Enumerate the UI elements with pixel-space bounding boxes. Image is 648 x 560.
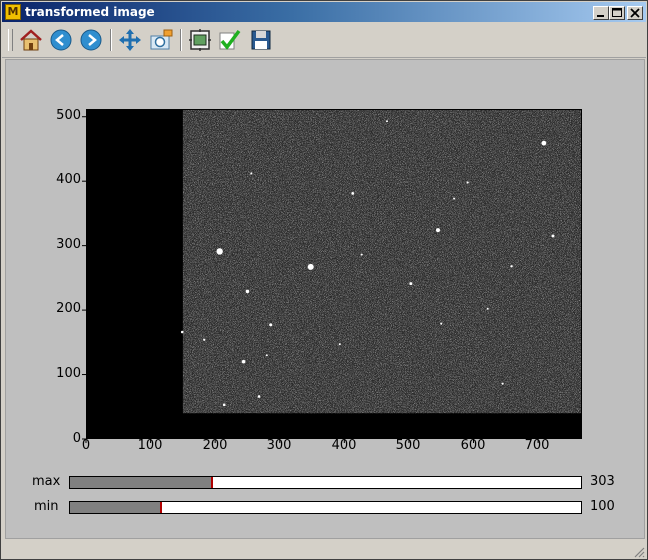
star-point [307,263,314,270]
y-tick-label: 400 [56,172,81,187]
star-point [180,330,184,334]
star-point [510,265,513,268]
star-point [351,192,355,195]
x-tick-label: 700 [524,438,550,453]
star-point [250,172,253,175]
edit-button[interactable] [217,27,243,53]
star-point [440,322,443,325]
y-tick-label: 200 [56,301,81,316]
subplots-button[interactable] [187,27,213,53]
pan-button[interactable] [117,27,143,53]
x-tick-label: 100 [137,438,163,453]
max-slider-value: 303 [590,474,615,489]
window-title: transformed image [25,5,155,19]
back-button[interactable] [48,27,74,53]
pan-move-icon [119,29,141,51]
forward-arrow-icon [80,29,102,51]
window: M transformed image 0 100 200 300 400 50… [0,0,648,560]
star-point [501,382,504,385]
star-point [486,307,489,310]
star-point [551,234,555,238]
star-point [541,140,547,146]
resize-grip-icon[interactable] [633,546,645,558]
star-point [241,359,246,364]
maximize-button[interactable] [609,6,625,20]
matplotlib-icon[interactable]: M [5,4,21,20]
back-arrow-icon [50,29,72,51]
toolbar-grip[interactable] [8,29,13,51]
home-button[interactable] [18,27,44,53]
image-noise-texture [182,109,582,414]
y-tick-label: 100 [56,366,81,381]
x-tick-label: 600 [460,438,486,453]
star-point [338,343,341,346]
zoom-rect-icon [150,29,173,50]
star-point [409,282,413,286]
y-tick-label: 300 [56,237,81,252]
save-button[interactable] [248,27,274,53]
star-point [265,354,268,357]
star-point [245,289,250,294]
y-tick-label: 0 [72,431,81,446]
star-point [453,197,456,200]
image-plot[interactable] [6,60,644,538]
star-point [435,228,440,233]
forward-button[interactable] [78,27,104,53]
star-point [466,181,469,184]
star-point [257,395,261,398]
x-tick-label: 500 [395,438,421,453]
min-slider-value: 100 [590,499,615,514]
home-icon [20,29,42,51]
min-slider-label: min [34,499,59,514]
min-slider[interactable] [69,501,582,514]
minimize-button[interactable] [593,6,609,20]
figure-canvas[interactable]: 0 100 200 300 400 500 600 700 0 100 200 … [5,59,645,539]
star-point [203,338,206,341]
max-slider-fill[interactable] [70,477,214,488]
star-point [385,120,388,123]
floppy-save-icon [251,30,271,50]
star-point [222,403,226,407]
zoom-button[interactable] [148,27,174,53]
star-point [360,253,363,256]
min-slider-fill[interactable] [70,502,162,513]
y-tick-label: 500 [56,108,81,123]
toolbar [2,23,646,58]
title-bar[interactable]: M transformed image [2,2,646,22]
toolbar-separator [180,29,182,51]
star-point [269,323,273,327]
minimize-icon [597,15,604,17]
x-tick-label: 300 [266,438,292,453]
close-icon [630,8,640,18]
toolbar-separator [110,29,112,51]
max-slider[interactable] [69,476,582,489]
checkmark-icon [219,29,241,50]
close-button[interactable] [627,6,643,20]
subplots-config-icon [189,29,211,51]
x-tick-label: 400 [331,438,357,453]
x-tick-label: 0 [81,438,91,453]
star-point [216,248,223,255]
max-slider-label: max [32,474,61,489]
maximize-icon [612,8,622,17]
x-tick-label: 200 [202,438,228,453]
status-bar [2,541,646,559]
